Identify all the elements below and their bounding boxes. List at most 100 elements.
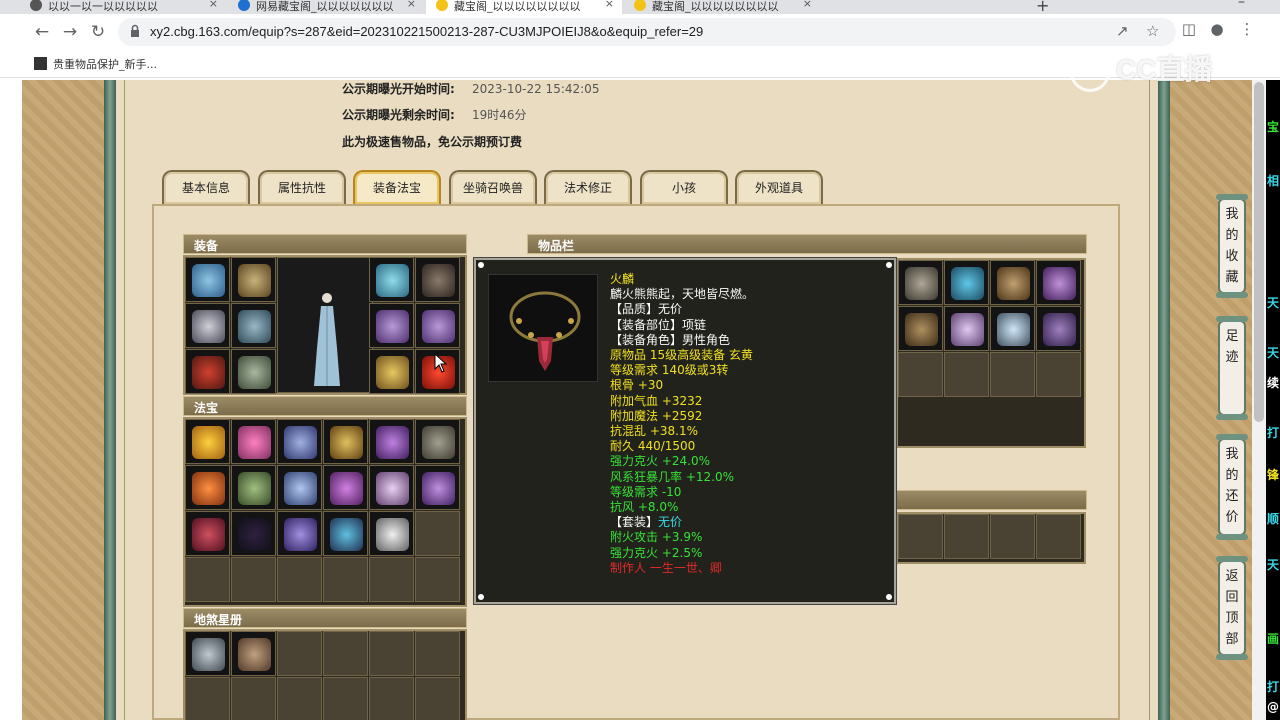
- item-slot[interactable]: [415, 257, 460, 302]
- star-icon[interactable]: ☆: [1146, 22, 1159, 40]
- item-slot[interactable]: [415, 465, 460, 510]
- item-slot[interactable]: [898, 306, 943, 351]
- item-slot[interactable]: [231, 257, 276, 302]
- item-slot[interactable]: [369, 257, 414, 302]
- item-slot[interactable]: [898, 514, 943, 559]
- scrollbar[interactable]: [1252, 80, 1266, 720]
- tab-close-icon[interactable]: ×: [209, 0, 218, 10]
- item-slot[interactable]: [1036, 260, 1081, 305]
- new-tab-icon[interactable]: +: [1036, 0, 1049, 14]
- item-slot[interactable]: [369, 303, 414, 348]
- browser-tab[interactable]: 藏宝阁_以以以以以以以以 ×: [624, 0, 820, 14]
- url-text: xy2.cbg.163.com/equip?s=287&eid=20231022…: [150, 24, 704, 39]
- tab-4[interactable]: 坐骑召唤兽: [449, 170, 537, 204]
- tab-1[interactable]: 基本信息: [162, 170, 250, 204]
- item-slot[interactable]: [369, 631, 414, 676]
- item-slot[interactable]: [369, 511, 414, 556]
- sidebar-button-1[interactable]: 我的收藏: [1216, 194, 1248, 298]
- item-icon: [376, 264, 409, 297]
- item-slot[interactable]: [185, 349, 230, 394]
- item-slot[interactable]: [369, 419, 414, 464]
- item-slot[interactable]: [1036, 514, 1081, 559]
- item-slot[interactable]: [415, 557, 460, 602]
- item-slot[interactable]: [1036, 352, 1081, 397]
- item-slot[interactable]: [415, 303, 460, 348]
- scrollbar-thumb[interactable]: [1254, 82, 1264, 422]
- item-slot[interactable]: [369, 557, 414, 602]
- item-slot[interactable]: [231, 349, 276, 394]
- item-slot[interactable]: [185, 511, 230, 556]
- fabao-header: 法宝: [183, 396, 467, 416]
- item-slot[interactable]: [898, 260, 943, 305]
- item-slot[interactable]: [231, 557, 276, 602]
- menu-icon[interactable]: ⋮: [1236, 20, 1258, 38]
- sidebar-button-3[interactable]: 我的还价: [1216, 434, 1248, 540]
- back-icon[interactable]: ←: [30, 20, 54, 44]
- forward-icon[interactable]: →: [58, 20, 82, 44]
- item-slot[interactable]: [369, 349, 414, 394]
- item-slot[interactable]: [415, 419, 460, 464]
- item-slot[interactable]: [231, 631, 276, 676]
- sidebar-button-2[interactable]: 足迹: [1216, 316, 1248, 420]
- tab-6[interactable]: 小孩: [640, 170, 728, 204]
- item-slot[interactable]: [323, 677, 368, 720]
- sidebar-button-4[interactable]: 返回顶部: [1216, 556, 1248, 660]
- item-slot[interactable]: [231, 465, 276, 510]
- item-slot[interactable]: [944, 306, 989, 351]
- item-slot[interactable]: [415, 631, 460, 676]
- tab-close-icon[interactable]: ×: [407, 0, 416, 10]
- item-slot[interactable]: [1036, 306, 1081, 351]
- item-slot[interactable]: [415, 511, 460, 556]
- tab-3[interactable]: 装备法宝: [353, 170, 441, 204]
- item-slot[interactable]: [323, 419, 368, 464]
- address-bar[interactable]: xy2.cbg.163.com/equip?s=287&eid=20231022…: [118, 18, 1176, 46]
- item-slot[interactable]: [231, 677, 276, 720]
- minimize-icon[interactable]: –: [1238, 0, 1245, 10]
- item-slot[interactable]: [944, 514, 989, 559]
- item-slot[interactable]: [415, 677, 460, 720]
- tab-7[interactable]: 外观道具: [735, 170, 823, 204]
- item-slot[interactable]: [944, 352, 989, 397]
- bookmark-item[interactable]: 贵重物品保护_新手...: [34, 56, 157, 72]
- item-slot[interactable]: [277, 677, 322, 720]
- item-slot[interactable]: [277, 511, 322, 556]
- item-slot[interactable]: [323, 511, 368, 556]
- item-slot[interactable]: [990, 260, 1035, 305]
- tab-5[interactable]: 法术修正: [544, 170, 632, 204]
- item-slot[interactable]: [990, 352, 1035, 397]
- tab-close-icon[interactable]: ×: [605, 0, 614, 10]
- chat-glyph: 顺: [1267, 512, 1280, 526]
- item-slot[interactable]: [277, 631, 322, 676]
- item-slot[interactable]: [231, 303, 276, 348]
- item-slot[interactable]: [323, 631, 368, 676]
- item-slot[interactable]: [185, 677, 230, 720]
- item-slot[interactable]: [990, 514, 1035, 559]
- reload-icon[interactable]: ↻: [86, 20, 110, 44]
- item-slot[interactable]: [990, 306, 1035, 351]
- profile-icon[interactable]: ●: [1206, 20, 1228, 38]
- item-slot[interactable]: [369, 465, 414, 510]
- tab-close-icon[interactable]: ×: [803, 0, 812, 10]
- item-slot[interactable]: [944, 260, 989, 305]
- item-slot[interactable]: [277, 465, 322, 510]
- browser-tab[interactable]: 以以一以一以以以以以 ×: [20, 0, 226, 14]
- item-slot[interactable]: [231, 419, 276, 464]
- share-icon[interactable]: ↗: [1116, 22, 1129, 40]
- browser-tab[interactable]: 网易藏宝阁_以以以以以以以 ×: [228, 0, 424, 14]
- item-slot[interactable]: [185, 419, 230, 464]
- tab-2[interactable]: 属性抗性: [258, 170, 346, 204]
- item-slot[interactable]: [898, 352, 943, 397]
- item-slot[interactable]: [277, 419, 322, 464]
- item-slot[interactable]: [185, 631, 230, 676]
- sidepanel-icon[interactable]: ◫: [1178, 20, 1200, 38]
- browser-tab[interactable]: 藏宝阁_以以以以以以以以 ×: [426, 0, 622, 14]
- item-slot[interactable]: [185, 257, 230, 302]
- item-slot[interactable]: [369, 677, 414, 720]
- item-slot[interactable]: [231, 511, 276, 556]
- item-slot[interactable]: [185, 303, 230, 348]
- item-slot[interactable]: [185, 465, 230, 510]
- item-slot[interactable]: [185, 557, 230, 602]
- item-slot[interactable]: [323, 465, 368, 510]
- item-slot[interactable]: [323, 557, 368, 602]
- item-slot[interactable]: [277, 557, 322, 602]
